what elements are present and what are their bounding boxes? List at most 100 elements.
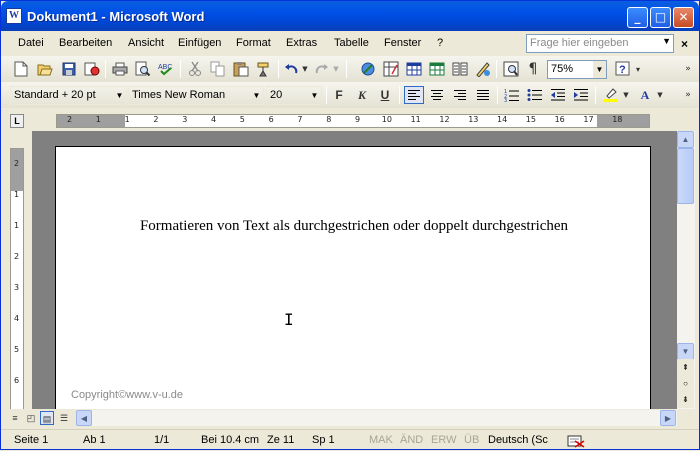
print-icon[interactable]: [110, 60, 130, 78]
decrease-indent-icon[interactable]: [548, 86, 568, 104]
status-overtype[interactable]: ÜB: [464, 434, 479, 446]
ruler-number: 9: [355, 115, 361, 124]
previous-page-icon[interactable]: ⇞: [677, 359, 694, 376]
insert-excel-icon[interactable]: [427, 60, 447, 78]
document-page[interactable]: Formatieren von Text als durchgestrichen…: [55, 146, 651, 409]
chevron-down-icon[interactable]: ▼: [308, 87, 321, 104]
permission-icon[interactable]: [82, 60, 102, 78]
svg-text:3: 3: [504, 98, 507, 102]
numbering-icon[interactable]: 123: [502, 86, 522, 104]
new-document-icon[interactable]: [11, 60, 31, 78]
save-icon[interactable]: [59, 60, 79, 78]
toolbar-more-icon[interactable]: »: [681, 86, 695, 104]
help-icon[interactable]: ?: [613, 60, 633, 78]
bold-button[interactable]: F: [329, 86, 349, 104]
chevron-down-icon[interactable]: ▼: [662, 36, 671, 46]
undo-icon[interactable]: [283, 60, 299, 78]
chevron-down-icon[interactable]: ▼: [250, 87, 263, 104]
print-preview-icon[interactable]: [133, 60, 153, 78]
document-map-icon[interactable]: [501, 60, 521, 78]
hyperlink-icon[interactable]: [358, 60, 378, 78]
scroll-thumb[interactable]: [677, 148, 694, 204]
zoom-select[interactable]: 75% ▼: [547, 60, 607, 79]
menu-extras[interactable]: Extras: [286, 37, 317, 49]
vertical-scrollbar[interactable]: ▲ ▼ ⇞ ○ ⇟: [677, 131, 695, 409]
bullets-icon[interactable]: [525, 86, 545, 104]
highlight-icon[interactable]: [601, 86, 621, 104]
text-cursor-icon: I: [284, 310, 294, 329]
underline-button[interactable]: U: [375, 86, 395, 104]
show-formatting-icon[interactable]: ¶: [523, 60, 543, 78]
outline-view-icon[interactable]: ☰: [57, 411, 71, 425]
font-color-dropdown-icon[interactable]: ▼: [655, 86, 665, 104]
print-layout-view-icon[interactable]: ▤: [40, 411, 54, 425]
document-area[interactable]: Formatieren von Text als durchgestrichen…: [32, 131, 677, 409]
redo-dropdown-icon[interactable]: ▼: [331, 60, 341, 78]
status-extend[interactable]: ERW: [431, 434, 456, 446]
menu-einfuegen[interactable]: Einfügen: [178, 37, 221, 49]
undo-dropdown-icon[interactable]: ▼: [300, 60, 310, 78]
columns-icon[interactable]: [450, 60, 470, 78]
scroll-down-icon[interactable]: ▼: [677, 343, 694, 360]
toolbar-more-icon[interactable]: »: [681, 60, 695, 78]
status-track-changes[interactable]: ÄND: [400, 434, 423, 446]
title-bar[interactable]: W Dokument1 - Microsoft Word _ □ ✕: [1, 1, 699, 31]
menu-fenster[interactable]: Fenster: [384, 37, 421, 49]
redo-icon[interactable]: [314, 60, 330, 78]
menu-format[interactable]: Format: [236, 37, 271, 49]
tables-borders-icon[interactable]: [381, 60, 401, 78]
align-center-button[interactable]: [427, 86, 447, 104]
scroll-right-icon[interactable]: ▶: [660, 410, 676, 426]
insert-table-icon[interactable]: [404, 60, 424, 78]
align-left-button[interactable]: [404, 86, 424, 104]
next-page-icon[interactable]: ⇟: [677, 391, 694, 408]
ruler-number: 1: [14, 190, 20, 199]
horizontal-scrollbar[interactable]: ◀ ▶: [76, 410, 677, 426]
menu-datei[interactable]: Datei: [18, 37, 44, 49]
scroll-left-icon[interactable]: ◀: [76, 410, 92, 426]
tab-selector[interactable]: L: [10, 114, 24, 128]
close-button[interactable]: ✕: [673, 7, 694, 28]
menu-help[interactable]: ?: [437, 37, 443, 49]
align-right-button[interactable]: [450, 86, 470, 104]
scroll-up-icon[interactable]: ▲: [677, 131, 694, 148]
web-layout-view-icon[interactable]: ◰: [24, 411, 38, 425]
cut-icon[interactable]: [185, 60, 205, 78]
paste-icon[interactable]: [231, 60, 251, 78]
spelling-icon[interactable]: ABC: [156, 60, 176, 78]
chevron-down-icon[interactable]: ▼: [593, 61, 606, 78]
menu-tabelle[interactable]: Tabelle: [334, 37, 369, 49]
menu-bearbeiten[interactable]: Bearbeiten: [59, 37, 112, 49]
format-painter-icon[interactable]: [254, 60, 274, 78]
font-size-select[interactable]: 20 ▼: [266, 86, 322, 105]
menu-ansicht[interactable]: Ansicht: [128, 37, 164, 49]
maximize-button[interactable]: □: [650, 7, 671, 28]
status-record-macro[interactable]: MAK: [369, 434, 393, 446]
italic-button[interactable]: K: [352, 86, 372, 104]
close-document-button[interactable]: ×: [681, 37, 688, 51]
chevron-down-icon[interactable]: ▼: [113, 87, 126, 104]
copy-icon[interactable]: [208, 60, 228, 78]
minimize-button[interactable]: _: [627, 7, 648, 28]
vertical-ruler[interactable]: 2 1 1 2 3 4 5 6: [10, 148, 24, 410]
status-pages: 1/1: [154, 434, 170, 446]
toolbar-options-icon[interactable]: ▾: [633, 60, 643, 78]
justify-button[interactable]: [473, 86, 493, 104]
font-color-icon[interactable]: A: [635, 86, 655, 104]
increase-indent-icon[interactable]: [571, 86, 591, 104]
spelling-status-icon[interactable]: [567, 434, 585, 451]
style-select[interactable]: Standard + 20 pt ▼: [10, 86, 127, 105]
font-color-glyph: A: [640, 87, 650, 102]
toolbar-separator: [346, 60, 347, 78]
word-app-icon[interactable]: W: [6, 8, 22, 24]
help-search-input[interactable]: Frage hier eingeben ▼: [526, 34, 674, 53]
highlight-dropdown-icon[interactable]: ▼: [621, 86, 631, 104]
help-search-placeholder: Frage hier eingeben: [530, 37, 629, 49]
drawing-icon[interactable]: [473, 60, 493, 78]
normal-view-icon[interactable]: ≡: [8, 411, 22, 425]
horizontal-ruler[interactable]: 2 1 1 2 3 4 5 6 7 8 9 10 11 12 13 14 15 16 17 18: [56, 114, 650, 128]
font-select[interactable]: Times New Roman ▼: [128, 86, 264, 105]
open-folder-icon[interactable]: [35, 60, 55, 78]
select-browse-object-icon[interactable]: ○: [677, 375, 694, 392]
document-text[interactable]: Formatieren von Text als durchgestrichen…: [56, 218, 652, 235]
